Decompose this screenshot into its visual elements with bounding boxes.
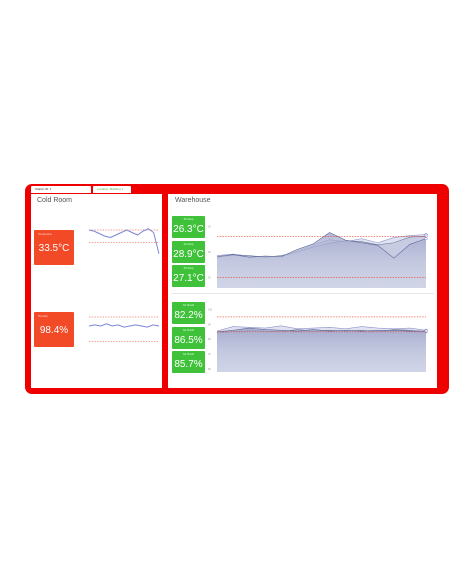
y-tick-label: 20	[208, 277, 211, 280]
s3-humid-value: 85.7%	[174, 359, 203, 370]
warehouse-panel: Warehouse S1 Temp 26.3°C S2 Temp 28.9°C …	[168, 194, 437, 388]
tab-location[interactable]: Location: Building 1	[93, 186, 131, 193]
series-line	[88, 228, 160, 254]
warehouse-temperature-chart: 30 25 20	[208, 225, 428, 288]
y-tick-label: 60	[208, 368, 211, 371]
y-tick-label: 90	[208, 323, 211, 326]
warehouse-title: Warehouse	[175, 197, 211, 204]
s1-temp-label: S1 Temp	[183, 218, 194, 221]
section-divider	[172, 293, 434, 294]
s2-temp-value: 28.9°C	[173, 249, 204, 260]
s1-humid-label: S1 Humid	[183, 304, 194, 307]
humidity-value: 98.4%	[39, 325, 69, 336]
temperature-value: 33.5°C	[38, 243, 70, 254]
s1-temp-value: 26.3°C	[173, 224, 204, 235]
warehouse-humidity-chart: 100 90 80 70 60	[208, 308, 428, 372]
humidity-label: Humidity	[38, 315, 48, 318]
cold-room-title: Cold Room	[37, 197, 73, 204]
series-end-point	[424, 234, 428, 238]
s1-humid-card[interactable]: S1 Humid 82.2%	[172, 302, 205, 324]
s2-temp-label: S2 Temp	[183, 243, 194, 246]
s1-humid-value: 82.2%	[174, 310, 203, 321]
s2-humid-label: S2 Humid	[183, 329, 194, 332]
series-area	[217, 328, 426, 372]
y-tick-label: 70	[208, 353, 211, 356]
y-tick-label: 80	[208, 338, 211, 341]
s2-temp-card[interactable]: S2 Temp 28.9°C	[172, 241, 205, 263]
s3-humid-card[interactable]: S3 Humid 85.7%	[172, 351, 205, 373]
tab-station[interactable]: Station ID: 1	[31, 186, 91, 193]
s3-temp-label: S3 Temp	[183, 267, 194, 270]
y-tick-label: 25	[208, 251, 211, 254]
s3-temp-value: 27.1°C	[173, 273, 204, 284]
series-end-point	[424, 237, 428, 241]
cold-room-humidity-chart	[88, 316, 160, 343]
cold-room-temperature-chart	[88, 228, 160, 254]
y-tick-label: 30	[208, 225, 211, 228]
cold-room-humidity-card[interactable]: Humidity 98.4%	[34, 312, 74, 347]
s3-humid-label: S3 Humid	[183, 353, 194, 356]
s3-temp-card[interactable]: S3 Temp 27.1°C	[172, 265, 205, 287]
s2-humid-value: 86.5%	[174, 335, 203, 346]
cold-room-panel: Cold Room Temperature 33.5°C Humidity 98…	[31, 194, 162, 388]
series-line	[88, 323, 160, 328]
s1-temp-card[interactable]: S1 Temp 26.3°C	[172, 216, 205, 238]
temperature-label: Temperature	[38, 233, 53, 236]
station-tabs: Station ID: 1 Location: Building 1	[31, 186, 131, 193]
y-tick-label: 100	[208, 308, 213, 311]
cold-room-temperature-card[interactable]: Temperature 33.5°C	[34, 230, 74, 265]
s2-humid-card[interactable]: S2 Humid 86.5%	[172, 327, 205, 349]
